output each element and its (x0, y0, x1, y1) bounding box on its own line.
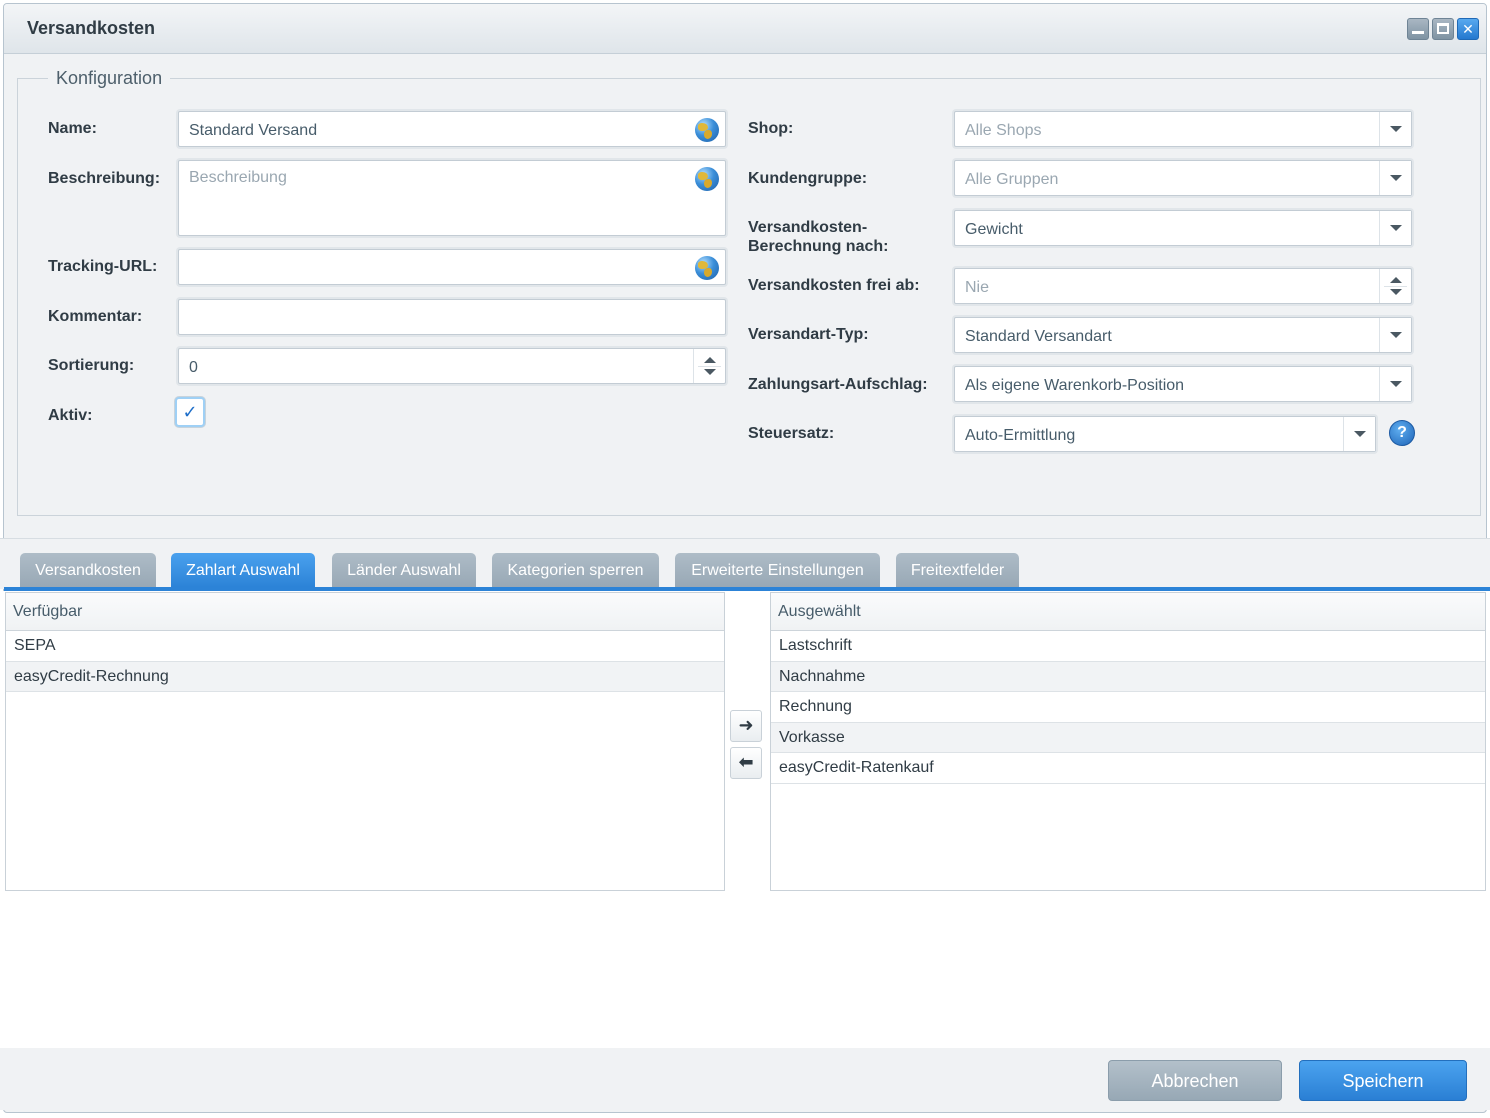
selected-header[interactable]: Ausgewählt (771, 593, 1485, 631)
tab-laender-auswahl[interactable]: Länder Auswahl (332, 553, 476, 587)
spin-down-icon[interactable] (704, 369, 716, 375)
chevron-down-icon[interactable] (1379, 161, 1411, 195)
selected-payments-grid: Ausgewählt Lastschrift Nachnahme Rechnun… (770, 592, 1486, 891)
sort-label: Sortierung: (48, 357, 135, 374)
maximize-button[interactable] (1432, 18, 1454, 40)
chevron-down-icon[interactable] (1379, 318, 1411, 352)
shop-combobox[interactable]: Alle Shops (954, 111, 1412, 147)
name-label: Name: (48, 120, 97, 137)
name-value: Standard Versand (189, 122, 318, 139)
tax-label: Steuersatz: (748, 425, 835, 442)
chevron-down-icon[interactable] (1343, 417, 1375, 451)
free-from-spinner[interactable] (1379, 269, 1411, 303)
list-item[interactable]: Lastschrift (771, 631, 1485, 662)
chevron-down-icon[interactable] (1379, 211, 1411, 245)
spin-divider (1384, 286, 1407, 287)
move-left-button[interactable]: ⬅ (730, 747, 762, 779)
tab-erweiterte-einstellungen[interactable]: Erweiterte Einstellungen (675, 553, 880, 587)
list-item[interactable]: easyCredit-Ratenkauf (771, 753, 1485, 784)
active-checkbox[interactable]: ✓ (175, 397, 205, 427)
tax-combobox[interactable]: Auto-Ermittlung (954, 416, 1376, 452)
tracking-url-field[interactable] (178, 249, 726, 285)
calculation-label-line2: Berechnung nach: (748, 238, 889, 255)
globe-icon[interactable] (695, 256, 719, 280)
cancel-button[interactable]: Abbrechen (1108, 1060, 1282, 1101)
tab-zahlart-auswahl[interactable]: Zahlart Auswahl (171, 553, 315, 587)
spin-up-icon[interactable] (704, 357, 716, 363)
shipping-type-value: Standard Versandart (965, 328, 1112, 345)
chevron-down-icon[interactable] (1379, 112, 1411, 146)
list-item[interactable]: Nachnahme (771, 661, 1485, 692)
tab-versandkosten[interactable]: Versandkosten (20, 553, 156, 587)
shipping-type-label: Versandart-Typ: (748, 326, 869, 343)
close-icon: ✕ (1462, 21, 1474, 37)
shipping-type-combobox[interactable]: Standard Versandart (954, 317, 1412, 353)
customer-group-label: Kundengruppe: (748, 170, 868, 187)
calculation-combobox[interactable]: Gewicht (954, 210, 1412, 246)
tax-value: Auto-Ermittlung (965, 427, 1076, 444)
description-label: Beschreibung: (48, 170, 161, 187)
configuration-legend: Konfiguration (48, 68, 171, 89)
surcharge-label: Zahlungsart-Aufschlag: (748, 376, 928, 393)
surcharge-combobox[interactable]: Als eigene Warenkorb-Position (954, 366, 1412, 402)
calculation-label-line1: Versandkosten- (748, 219, 868, 236)
spin-down-icon[interactable] (1390, 289, 1402, 295)
window-controls: ✕ (1407, 18, 1479, 40)
free-from-number-field[interactable]: Nie (954, 268, 1412, 304)
chevron-down-icon[interactable] (1379, 367, 1411, 401)
maximize-icon (1437, 23, 1449, 34)
active-label: Aktiv: (48, 407, 93, 424)
window-titlebar[interactable]: Versandkosten ✕ (4, 4, 1486, 54)
globe-icon[interactable] (695, 167, 719, 191)
name-field[interactable]: Standard Versand (178, 111, 726, 147)
description-textarea[interactable]: Beschreibung (178, 160, 726, 236)
free-from-label: Versandkosten frei ab: (748, 277, 920, 294)
checkmark-icon: ✓ (182, 402, 198, 422)
window-title: Versandkosten (27, 18, 156, 38)
tab-freitextfelder[interactable]: Freitextfelder (896, 553, 1019, 587)
arrow-left-icon: ⬅ (738, 752, 754, 772)
customer-group-placeholder: Alle Gruppen (965, 171, 1059, 188)
list-item[interactable]: Vorkasse (771, 722, 1485, 753)
customer-group-combobox[interactable]: Alle Gruppen (954, 160, 1412, 196)
free-from-placeholder: Nie (965, 279, 990, 296)
comment-field[interactable] (178, 299, 726, 335)
list-item[interactable]: SEPA (6, 631, 724, 662)
minimize-button[interactable] (1407, 18, 1429, 40)
list-item[interactable]: easyCredit-Rechnung (6, 661, 724, 692)
tracking-url-label: Tracking-URL: (48, 258, 158, 275)
available-payments-grid: Verfügbar SEPA easyCredit-Rechnung (5, 592, 725, 891)
help-icon[interactable]: ? (1389, 420, 1415, 446)
sort-value: 0 (189, 359, 198, 376)
close-button[interactable]: ✕ (1457, 18, 1479, 40)
arrow-right-icon: ➜ (738, 715, 754, 735)
available-header[interactable]: Verfügbar (6, 593, 724, 631)
list-item[interactable]: Rechnung (771, 692, 1485, 723)
spin-up-icon[interactable] (1390, 277, 1402, 283)
calculation-value: Gewicht (965, 221, 1023, 238)
sort-spinner[interactable] (693, 349, 725, 383)
tab-kategorien-sperren[interactable]: Kategorien sperren (492, 553, 659, 587)
globe-icon[interactable] (695, 118, 719, 142)
shop-placeholder: Alle Shops (965, 122, 1042, 139)
sort-number-field[interactable]: 0 (178, 348, 726, 384)
comment-label: Kommentar: (48, 308, 143, 325)
surcharge-value: Als eigene Warenkorb-Position (965, 377, 1185, 394)
minimize-icon (1412, 31, 1424, 34)
spin-divider (698, 366, 721, 367)
move-right-button[interactable]: ➜ (730, 710, 762, 742)
shop-label: Shop: (748, 120, 794, 137)
save-button[interactable]: Speichern (1299, 1060, 1467, 1101)
description-placeholder: Beschreibung (189, 169, 287, 186)
